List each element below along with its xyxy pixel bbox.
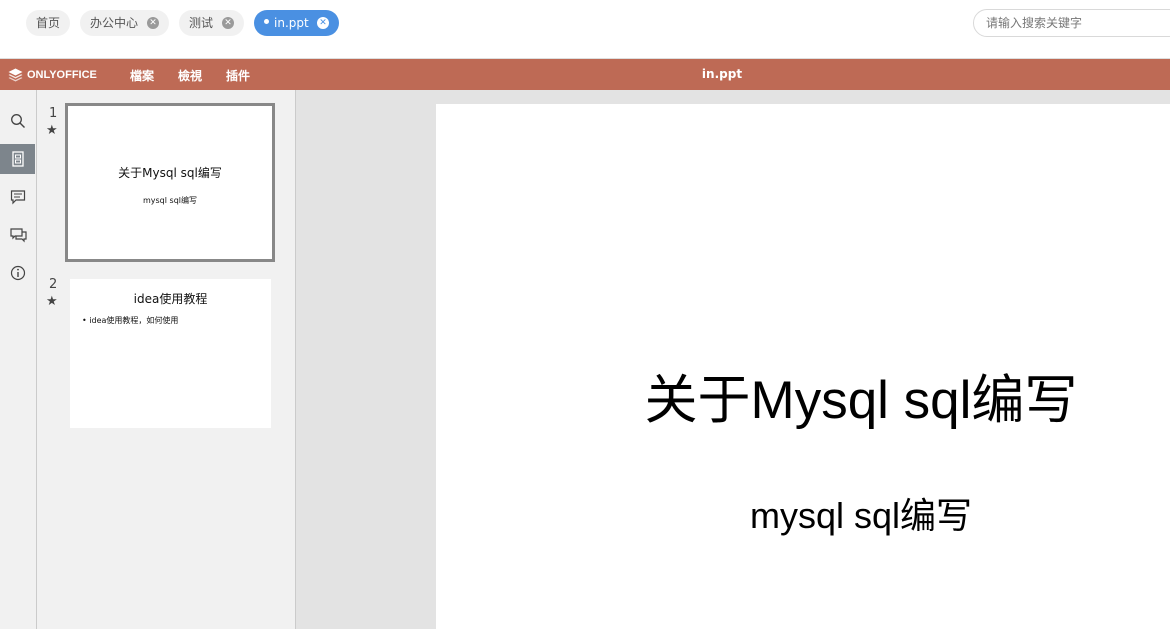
info-icon [10,265,26,281]
chat-button[interactable] [2,220,34,250]
chat-icon [9,228,27,243]
close-icon[interactable]: ✕ [317,17,329,29]
close-icon[interactable]: ✕ [222,17,234,29]
onlyoffice-logo[interactable]: ONLYOFFICE [8,67,97,82]
tab-in-ppt[interactable]: in.ppt ✕ [254,10,339,36]
menu-view[interactable]: 檢視 [178,67,202,84]
tab-test[interactable]: 测试 ✕ [179,10,244,36]
comments-button[interactable] [2,182,34,212]
comment-icon [10,190,26,205]
slide-thumbnail-2[interactable]: idea使用教程 • idea使用教程，如何使用 [70,279,271,428]
thumbnail-subtitle: mysql sql编写 [142,196,197,205]
tab-label: 首页 [36,16,61,30]
menu-plugins[interactable]: 插件 [226,67,250,84]
menu-file[interactable]: 檔案 [130,67,154,84]
tab-home[interactable]: 首页 [26,10,70,36]
star-icon: ★ [46,294,58,309]
about-button[interactable] [2,258,34,288]
slide-subtitle[interactable]: mysql sql编写 [436,487,1170,539]
slide-thumbnail-1[interactable]: 关于Mysql sql编写 mysql sql编写 [65,103,275,262]
layers-icon [8,68,23,81]
slide-title[interactable]: 关于Mysql sql编写 [436,358,1170,434]
slide-number: 1 [49,106,58,121]
slides-icon [11,151,24,167]
thumbnail-title: 关于Mysql sql编写 [118,166,222,180]
slides-button[interactable] [0,144,35,174]
star-icon: ★ [46,123,58,138]
brand-name: ONLYOFFICE [27,68,97,81]
close-icon[interactable]: ✕ [147,17,159,29]
search-input[interactable] [973,9,1170,37]
slide-canvas[interactable]: 关于Mysql sql编写 mysql sql编写 [296,90,1170,629]
tab-label: in.ppt [274,16,309,30]
tab-office-center[interactable]: 办公中心 ✕ [80,10,169,36]
active-dot-icon [264,19,269,24]
search-button[interactable] [2,106,34,136]
slide-thumbnails-panel: 1 ★ 关于Mysql sql编写 mysql sql编写 2 ★ idea使用… [37,90,296,629]
document-title: in.ppt [701,67,743,81]
search-icon [11,114,25,128]
top-tab-bar: 首页 办公中心 ✕ 测试 ✕ in.ppt ✕ [0,0,1170,59]
thumbnail-title: idea使用教程 [133,292,208,306]
thumbnail-bullet: • idea使用教程，如何使用 [82,316,179,325]
left-tool-rail [0,90,37,629]
tab-label: 办公中心 [90,16,139,30]
editor-header: ONLYOFFICE 檔案 檢視 插件 in.ppt [0,59,1170,90]
current-slide[interactable]: 关于Mysql sql编写 mysql sql编写 [436,104,1170,629]
slide-number: 2 [49,277,58,292]
tab-label: 测试 [189,16,214,30]
